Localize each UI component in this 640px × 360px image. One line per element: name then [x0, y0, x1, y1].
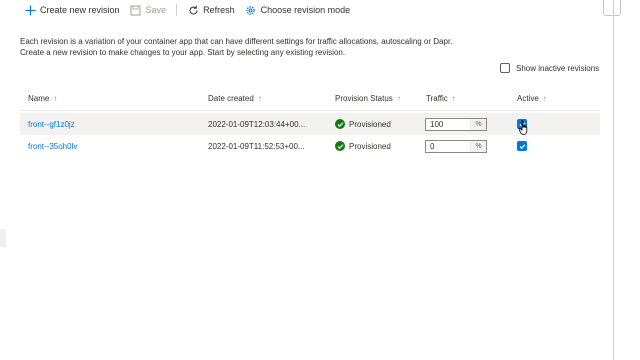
date-created-cell: 2022-01-09T12:03:44+00... [208, 119, 306, 129]
command-bar: Create new revision Save Refresh Choose … [24, 2, 360, 18]
save-label: Save [145, 5, 167, 15]
success-check-icon [335, 119, 345, 129]
table-header: Name ↑ Date created ↑ Provision Status ↑… [20, 90, 600, 111]
column-header-active[interactable]: Active ↑ [517, 94, 547, 103]
provision-status-cell: Provisioned [335, 135, 391, 157]
save-button[interactable]: Save [130, 4, 167, 16]
checkbox-box[interactable] [500, 63, 510, 73]
plus-icon [24, 4, 36, 16]
toolbar-divider [176, 4, 178, 16]
column-header-active-label: Active [517, 94, 539, 103]
provision-status-cell: Provisioned [335, 113, 391, 135]
provision-status-text: Provisioned [349, 119, 391, 129]
checkmark-icon [519, 143, 525, 149]
column-header-status-label: Provision Status [335, 94, 393, 103]
show-inactive-revisions-label: Show inactive revisions [516, 63, 600, 73]
table-row[interactable]: front--gf1z0jz 2022-01-09T12:03:44+00...… [20, 113, 600, 135]
percent-suffix: % [470, 118, 486, 130]
create-new-revision-button[interactable]: Create new revision [24, 4, 120, 16]
sidebar-collapse-handle[interactable] [0, 229, 6, 247]
sort-arrow-icon: ↑ [451, 94, 456, 103]
traffic-cell: % [425, 113, 487, 135]
traffic-input[interactable] [426, 140, 470, 152]
traffic-field[interactable]: % [425, 117, 487, 131]
success-check-icon [335, 141, 345, 151]
revisions-page: Create new revision Save Refresh Choose … [0, 0, 640, 360]
choose-revision-mode-button[interactable]: Choose revision mode [245, 4, 351, 16]
percent-suffix: % [470, 140, 486, 152]
create-new-revision-label: Create new revision [40, 5, 120, 15]
sort-arrow-icon: ↑ [257, 94, 262, 103]
save-icon [130, 4, 142, 16]
traffic-field[interactable]: % [425, 139, 487, 153]
refresh-button[interactable]: Refresh [187, 4, 235, 16]
date-created-cell: 2022-01-09T11:52:53+00... [208, 141, 305, 151]
refresh-label: Refresh [203, 5, 235, 15]
page-description: Each revision is a variation of your con… [20, 36, 452, 58]
column-header-date-created[interactable]: Date created ↑ [208, 94, 262, 103]
column-header-traffic-label: Traffic [426, 94, 448, 103]
revision-name-cell: front--35oh0lv [28, 135, 77, 157]
column-header-traffic[interactable]: Traffic ↑ [426, 94, 456, 103]
traffic-cell: % [425, 135, 487, 157]
hand-cursor-icon [518, 120, 530, 141]
sort-arrow-icon: ↑ [53, 94, 58, 103]
column-header-provision-status[interactable]: Provision Status ↑ [335, 94, 401, 103]
provision-status-text: Provisioned [349, 141, 391, 151]
sort-arrow-icon: ↑ [542, 94, 547, 103]
show-inactive-revisions-checkbox[interactable]: Show inactive revisions [500, 63, 599, 73]
revision-name-link[interactable]: front--35oh0lv [28, 142, 77, 151]
active-checkbox[interactable] [517, 141, 527, 151]
gear-icon [245, 4, 257, 16]
choose-revision-mode-label: Choose revision mode [260, 5, 351, 15]
scroll-edge [613, 0, 614, 360]
description-line-1: Each revision is a variation of your con… [20, 37, 453, 46]
column-header-name-label: Name [28, 94, 50, 103]
column-header-name[interactable]: Name ↑ [28, 94, 57, 103]
table-row[interactable]: front--35oh0lv 2022-01-09T11:52:53+00...… [20, 135, 600, 157]
close-button[interactable] [603, 0, 621, 16]
refresh-icon [187, 4, 199, 16]
column-header-date-label: Date created [208, 94, 254, 103]
sort-arrow-icon: ↑ [396, 94, 401, 103]
revision-name-cell: front--gf1z0jz [28, 113, 75, 135]
revision-name-link[interactable]: front--gf1z0jz [28, 120, 75, 129]
description-line-2: Create a new revision to make changes to… [20, 48, 346, 57]
traffic-input[interactable] [426, 118, 470, 130]
